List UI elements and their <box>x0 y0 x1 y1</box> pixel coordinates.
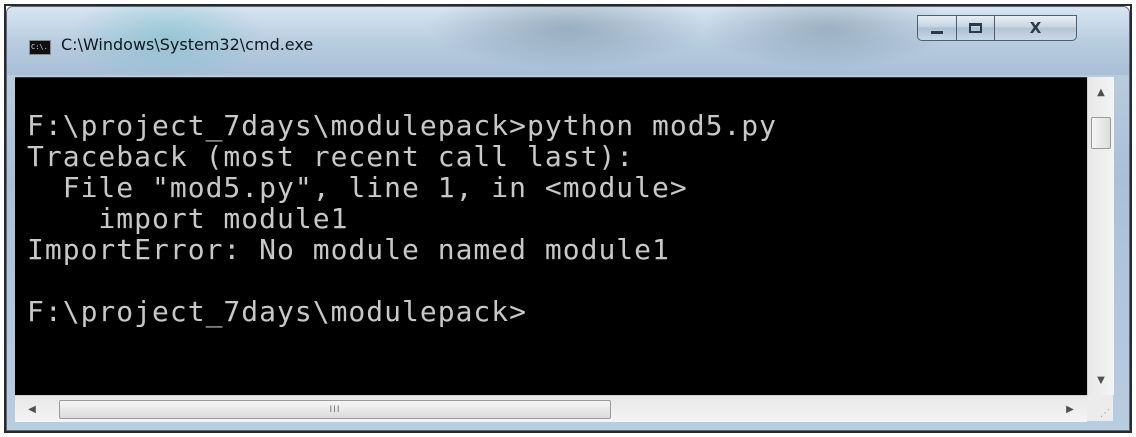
vertical-scroll-thumb[interactable] <box>1091 117 1111 149</box>
title-bar[interactable]: C:\. C:\Windows\System32\cmd.exe X <box>7 7 1129 75</box>
console-line: import module1 <box>27 202 349 235</box>
scroll-up-icon[interactable]: ▲ <box>1088 81 1114 103</box>
console-line: File "mod5.py", line 1, in <module> <box>27 171 688 204</box>
maximize-icon <box>969 23 982 33</box>
scroll-down-icon[interactable]: ▼ <box>1088 369 1114 391</box>
cmd-window: C:\. C:\Windows\System32\cmd.exe X F:\pr… <box>6 6 1130 431</box>
console-line: Traceback (most recent call last): <box>27 140 635 173</box>
console-output-area[interactable]: F:\project_7days\modulepack>python mod5.… <box>15 77 1087 396</box>
maximize-button[interactable] <box>957 15 995 41</box>
size-grip-icon[interactable]: ⋰ <box>1087 395 1113 421</box>
console-text: F:\project_7days\modulepack>python mod5.… <box>27 110 777 327</box>
window-title: C:\Windows\System32\cmd.exe <box>61 35 314 54</box>
minimize-button[interactable] <box>917 15 957 41</box>
scroll-thumb-grip-icon: III <box>329 404 341 415</box>
horizontal-scroll-thumb[interactable]: III <box>59 400 611 419</box>
horizontal-scrollbar[interactable]: ◀ III ▶ <box>15 395 1087 422</box>
scroll-left-icon[interactable]: ◀ <box>21 396 43 422</box>
minimize-icon <box>931 30 943 34</box>
console-prompt-line[interactable]: F:\project_7days\modulepack> <box>27 296 777 327</box>
scroll-right-icon[interactable]: ▶ <box>1059 396 1081 422</box>
console-line: ImportError: No module named module1 <box>27 233 670 266</box>
close-button[interactable]: X <box>995 15 1077 41</box>
vertical-scrollbar[interactable]: ▲ ▼ <box>1087 77 1114 395</box>
cmd-app-icon[interactable]: C:\. <box>29 40 51 55</box>
close-icon: X <box>1029 19 1042 37</box>
console-line: F:\project_7days\modulepack>python mod5.… <box>27 109 778 142</box>
